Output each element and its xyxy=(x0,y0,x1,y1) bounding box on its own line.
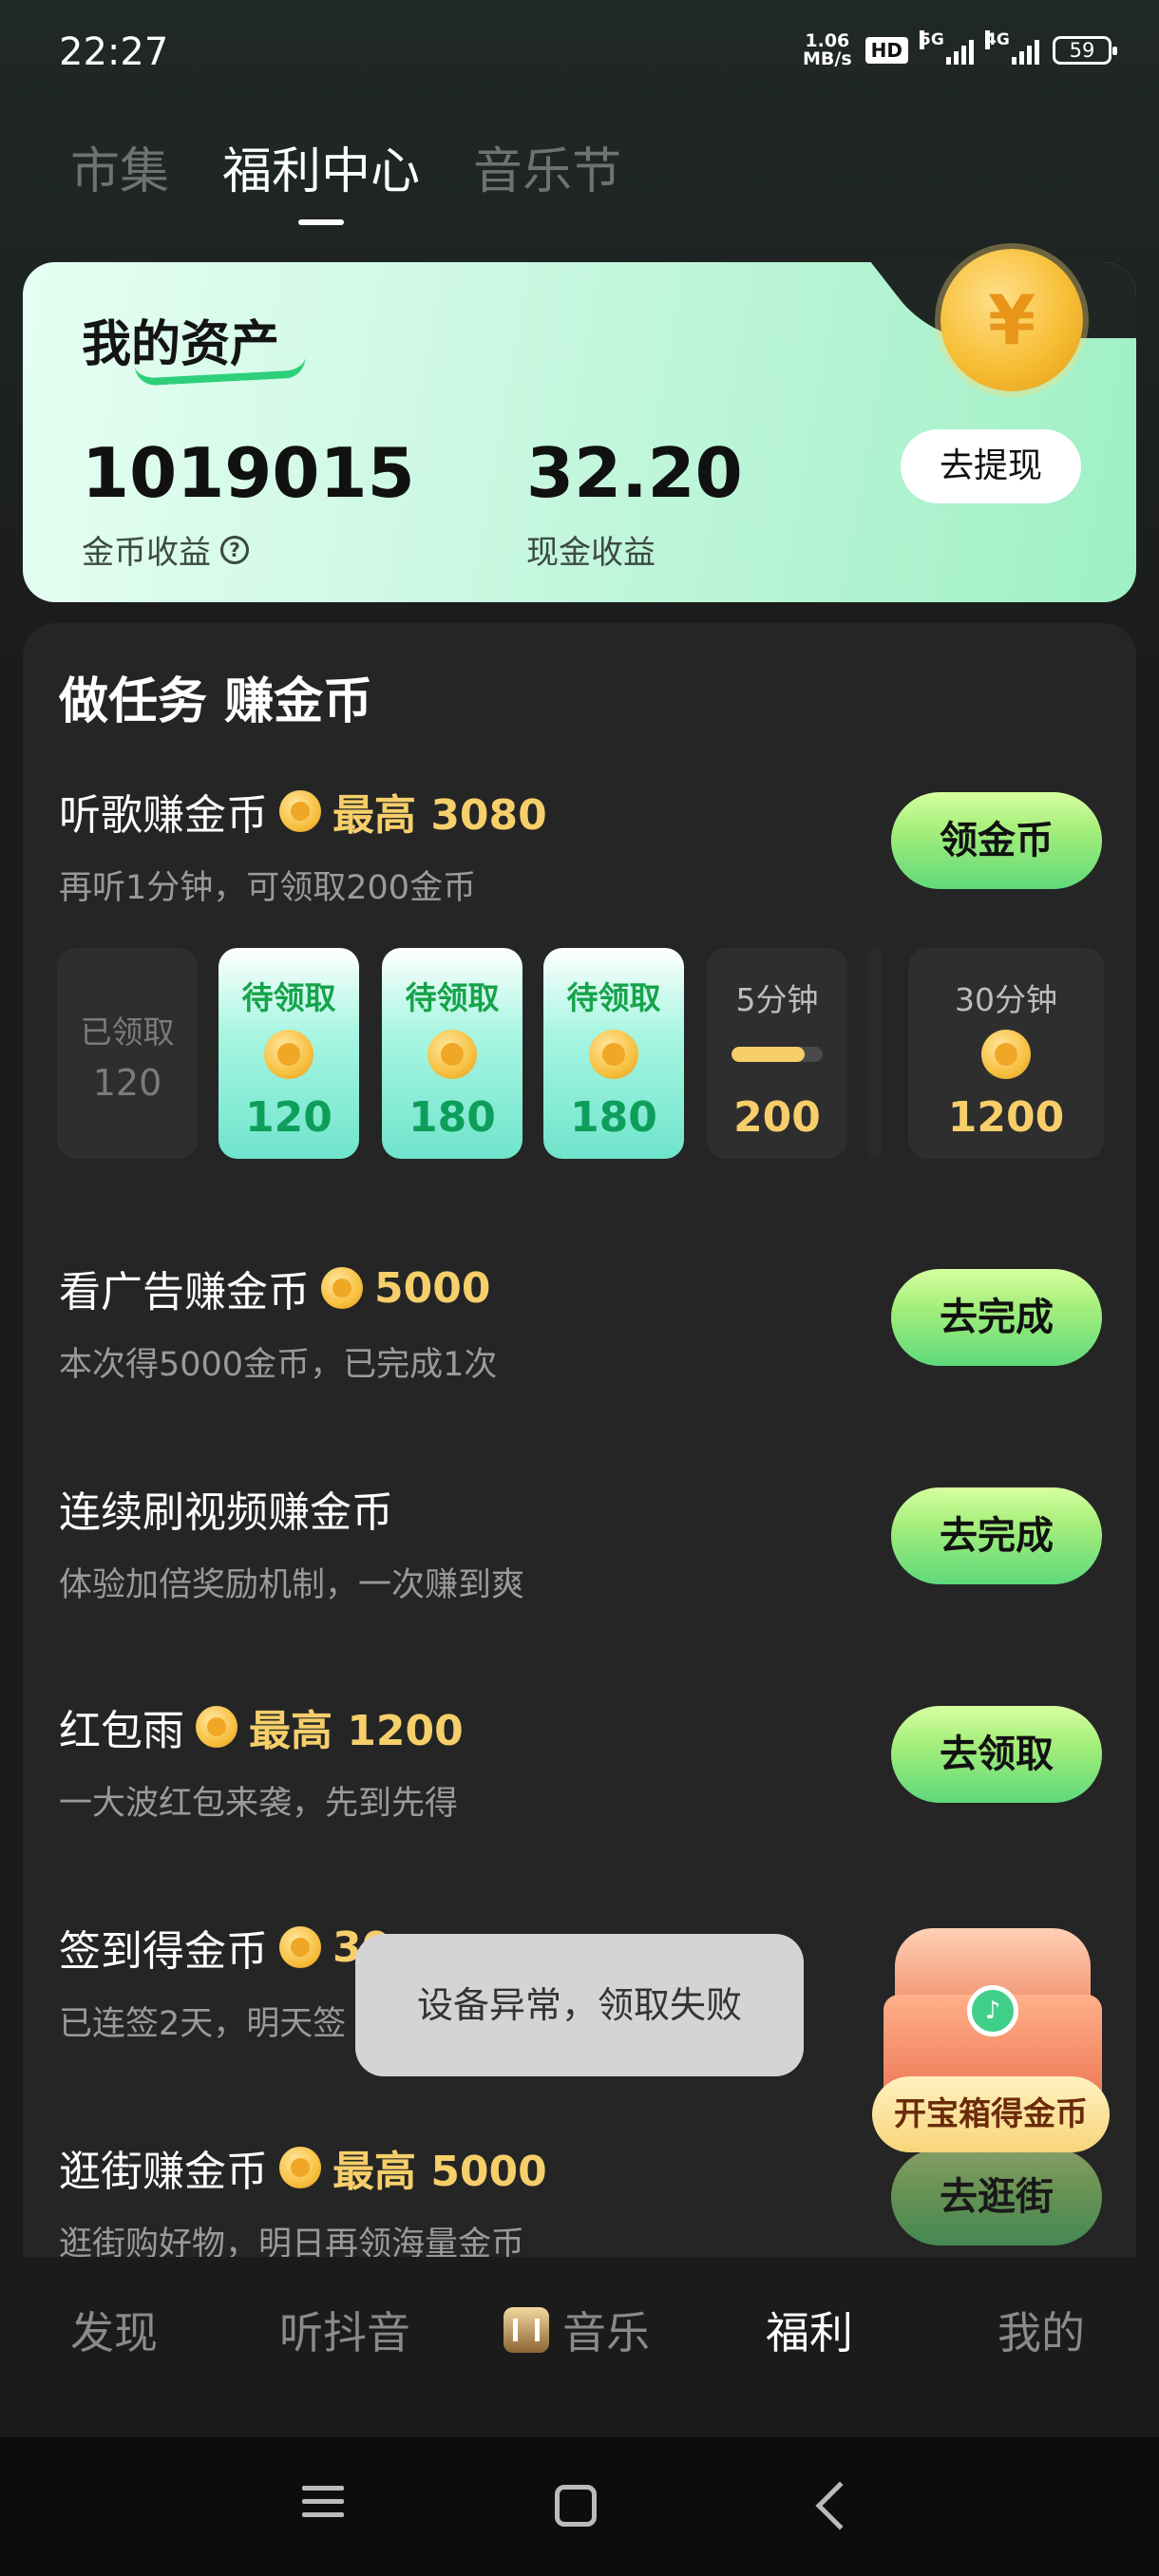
task-name: 签到得金币 xyxy=(59,1927,268,1976)
error-toast: 设备异常，领取失败 xyxy=(355,1934,804,2076)
task-reward: 5000 xyxy=(374,1263,491,1313)
help-icon[interactable]: ? xyxy=(220,535,249,564)
signal-4g-icon: 4G xyxy=(985,30,1039,65)
complete-ads-button[interactable]: 去完成 xyxy=(891,1269,1102,1366)
tab-welfare-center[interactable]: 福利中心 xyxy=(222,131,420,225)
status-icons: 1.06 MB/s HD 5G 4G 59 xyxy=(803,30,1117,69)
timeline-item-hidden xyxy=(868,948,882,1159)
gold-coin-icon: ¥ xyxy=(940,249,1083,391)
coins-label-row: 金币收益 ? xyxy=(82,526,249,573)
nav-music[interactable]: 音乐 xyxy=(504,2299,650,2361)
task-name: 红包雨 xyxy=(59,1707,184,1755)
coin-icon xyxy=(279,1926,321,1968)
open-chest-button[interactable]: 开宝箱得金币 xyxy=(872,2076,1110,2152)
nav-discover[interactable]: 发现 xyxy=(70,2299,158,2361)
system-nav-bar xyxy=(0,2437,1159,2576)
music-app-icon xyxy=(504,2307,549,2353)
tab-market[interactable]: 市集 xyxy=(70,131,169,202)
cash-value: 32.20 xyxy=(526,433,743,513)
coin-icon xyxy=(264,1030,314,1079)
top-tab-bar: 市集 福利中心 音乐节 xyxy=(70,131,621,225)
timeline-item-pending[interactable]: 待领取 180 xyxy=(382,948,522,1159)
menu-icon[interactable] xyxy=(294,2477,352,2534)
task-name: 看广告赚金币 xyxy=(59,1268,310,1316)
timeline-item-pending[interactable]: 待领取 120 xyxy=(218,948,359,1159)
nav-listen-douyin[interactable]: 听抖音 xyxy=(279,2299,410,2361)
coin-icon xyxy=(279,2147,321,2188)
timeline-item-5min: 5分钟 200 xyxy=(707,948,847,1159)
task-reward: 最高 5000 xyxy=(332,2148,547,2196)
battery-icon: 59 xyxy=(1053,36,1117,65)
status-bar: 22:27 1.06 MB/s HD 5G 4G 59 xyxy=(0,0,1159,109)
network-speed: 1.06 MB/s xyxy=(803,30,852,69)
go-shopping-button[interactable]: 去逛街 xyxy=(891,2149,1102,2245)
back-icon[interactable] xyxy=(815,2481,864,2530)
claim-coins-button[interactable]: 领金币 xyxy=(891,792,1102,889)
task-reward: 最高 3080 xyxy=(332,791,547,840)
task-name: 听歌赚金币 xyxy=(59,791,268,840)
complete-video-button[interactable]: 去完成 xyxy=(891,1487,1102,1584)
task-name: 连续刷视频赚金币 xyxy=(59,1488,393,1537)
timeline-item-claimed: 已领取 120 xyxy=(57,948,198,1159)
progress-bar xyxy=(732,1047,823,1062)
coin-icon xyxy=(428,1030,477,1079)
timeline-item-pending[interactable]: 待领取 180 xyxy=(543,948,684,1159)
status-time: 22:27 xyxy=(59,30,169,74)
coins-label: 金币收益 xyxy=(82,534,211,572)
coin-stack-icon xyxy=(981,1030,1031,1079)
tab-music-festival[interactable]: 音乐节 xyxy=(473,131,621,202)
coin-icon xyxy=(589,1030,638,1079)
bottom-nav: 发现 听抖音 音乐 福利 我的 xyxy=(0,2257,1159,2437)
task-name: 逛街赚金币 xyxy=(59,2148,268,2196)
home-icon[interactable] xyxy=(555,2485,597,2527)
music-note-icon: ♪ xyxy=(967,1985,1018,2036)
nav-me[interactable]: 我的 xyxy=(998,2299,1085,2361)
claim-redpacket-button[interactable]: 去领取 xyxy=(891,1706,1102,1803)
coins-value: 1019015 xyxy=(82,433,415,513)
coin-icon xyxy=(279,790,321,832)
task-reward: 最高 1200 xyxy=(249,1707,464,1755)
coin-icon xyxy=(321,1267,363,1309)
timeline-item-30min: 30分钟 1200 xyxy=(908,948,1104,1159)
nav-welfare[interactable]: 福利 xyxy=(766,2299,853,2361)
withdraw-button[interactable]: 去提现 xyxy=(901,429,1081,503)
tasks-title: 做任务 赚金币 xyxy=(59,673,373,730)
signal-5g-icon: 5G xyxy=(920,30,974,65)
coin-icon xyxy=(196,1706,238,1748)
cash-label: 现金收益 xyxy=(526,534,656,572)
hd-voice-icon: HD xyxy=(864,37,908,64)
